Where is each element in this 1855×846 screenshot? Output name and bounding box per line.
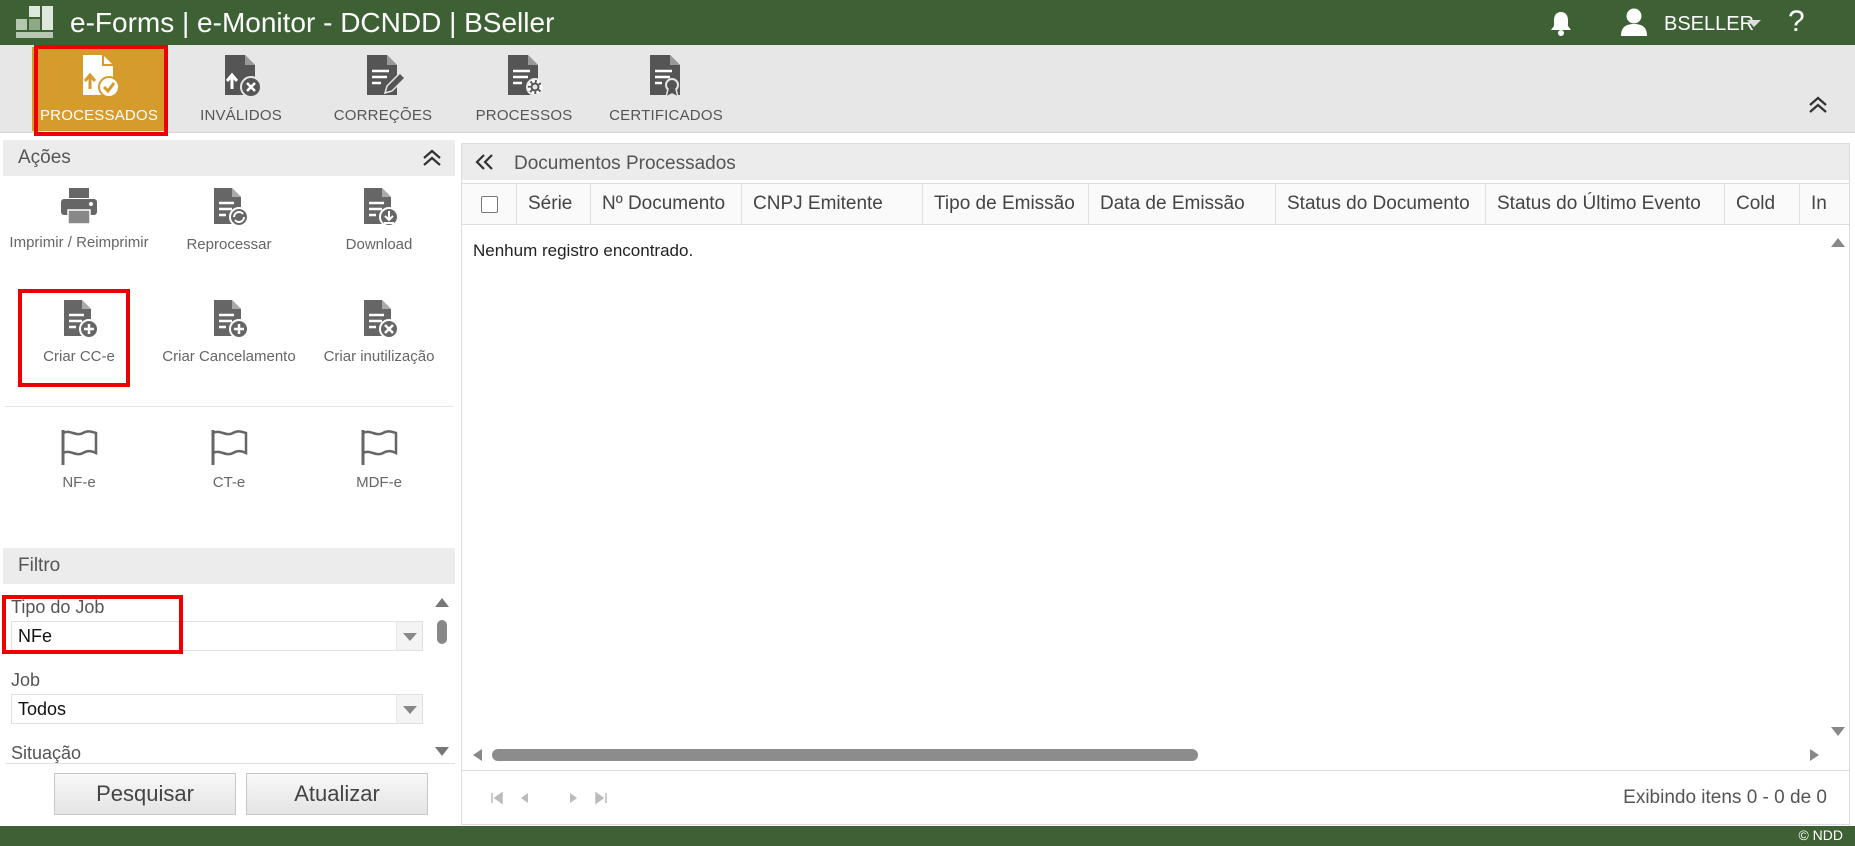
first-page-icon[interactable] bbox=[490, 791, 504, 805]
file-x-icon bbox=[225, 55, 262, 98]
grid-pager: Exibindo itens 0 - 0 de 0 bbox=[462, 770, 1849, 824]
chevron-down-icon[interactable] bbox=[396, 695, 422, 723]
copyright: © NDD bbox=[1798, 827, 1843, 843]
tab-processados-label: PROCESSADOS bbox=[39, 107, 159, 124]
tab-correcoes[interactable]: CORREÇÕES bbox=[320, 47, 446, 131]
app-window: e-Forms | e-Monitor - DCNDD | BSeller BS… bbox=[0, 0, 1855, 846]
chevron-down-icon[interactable] bbox=[396, 622, 422, 650]
tipo-job-label: Tipo do Job bbox=[11, 597, 105, 617]
collapse-up-icon[interactable] bbox=[421, 148, 443, 168]
filtro-header: Filtro bbox=[3, 548, 455, 584]
grid-vertical-scrollbar[interactable] bbox=[1828, 232, 1848, 742]
file-refresh-icon bbox=[214, 188, 249, 227]
job-value: Todos bbox=[18, 699, 67, 719]
job-label: Job bbox=[11, 670, 41, 690]
file-x-icon bbox=[364, 300, 399, 339]
select-all-checkbox[interactable] bbox=[481, 196, 498, 213]
tab-certificados-label: CERTIFICADOS bbox=[609, 107, 723, 124]
flag-icon bbox=[361, 430, 398, 465]
column-cold[interactable]: Cold bbox=[1725, 184, 1800, 224]
flag-icon bbox=[61, 430, 98, 465]
tab-processos-label: PROCESSOS bbox=[475, 107, 573, 124]
pager-info: Exibindo itens 0 - 0 de 0 bbox=[1623, 787, 1827, 808]
user-avatar-icon[interactable] bbox=[1620, 7, 1648, 37]
cte-button[interactable]: CT-e bbox=[159, 428, 299, 493]
previous-page-icon[interactable] bbox=[518, 791, 532, 805]
title-bar: e-Forms | e-Monitor - DCNDD | BSeller BS… bbox=[0, 0, 1855, 45]
create-cancellation-button[interactable]: Criar Cancelamento bbox=[159, 298, 299, 367]
create-cancellation-label: Criar Cancelamento bbox=[162, 348, 296, 365]
chevron-down-icon[interactable] bbox=[1747, 20, 1761, 27]
column-cnpj-emitente[interactable]: CNPJ Emitente bbox=[742, 184, 923, 224]
column-data-emissao[interactable]: Data de Emissão bbox=[1089, 184, 1276, 224]
reprocess-label: Reprocessar bbox=[186, 236, 272, 253]
cte-label: CT-e bbox=[212, 474, 246, 491]
empty-message: Nenhum registro encontrado. bbox=[473, 241, 694, 260]
user-menu[interactable]: BSELLER bbox=[1664, 11, 1754, 37]
select-all-column bbox=[462, 184, 517, 224]
column-tipo-emissao[interactable]: Tipo de Emissão bbox=[923, 184, 1089, 224]
tab-correcoes-label: CORREÇÕES bbox=[333, 107, 433, 124]
column-status-ultimo-evento[interactable]: Status do Último Evento bbox=[1486, 184, 1725, 224]
tab-invalidos-label: INVÁLIDOS bbox=[200, 107, 282, 124]
print-reprint-button[interactable]: Imprimir / Reimprimir bbox=[9, 186, 149, 253]
create-inutilization-button[interactable]: Criar inutilização bbox=[309, 298, 449, 367]
printer-icon bbox=[61, 188, 97, 225]
print-reprint-label: Imprimir / Reimprimir bbox=[9, 234, 149, 251]
main-menu: PROCESSADOS INVÁLIDOS CORREÇÕES PROCESSO… bbox=[0, 45, 1855, 133]
job-select[interactable]: Todos bbox=[11, 694, 423, 724]
file-edit-icon bbox=[367, 55, 405, 95]
column-status-documento[interactable]: Status do Documento bbox=[1276, 184, 1486, 224]
file-plus-icon bbox=[64, 300, 99, 339]
file-check-icon bbox=[83, 55, 120, 98]
refresh-button[interactable]: Atualizar bbox=[246, 773, 428, 815]
filter-divider bbox=[5, 763, 455, 764]
column-serie[interactable]: Série bbox=[517, 184, 591, 224]
mdfe-label: MDF-e bbox=[356, 474, 402, 491]
reprocess-button[interactable]: Reprocessar bbox=[159, 186, 299, 255]
help-button[interactable]: ? bbox=[1788, 4, 1805, 40]
download-label: Download bbox=[345, 236, 413, 253]
app-title: e-Forms | e-Monitor - DCNDD | BSeller bbox=[70, 7, 555, 38]
mdfe-button[interactable]: MDF-e bbox=[309, 428, 449, 493]
footer: © NDD bbox=[0, 826, 1855, 846]
flag-icon bbox=[211, 430, 248, 465]
situacao-label: Situação bbox=[11, 743, 82, 763]
collapse-left-icon[interactable] bbox=[474, 153, 496, 171]
file-plus-icon bbox=[214, 300, 249, 339]
bell-icon[interactable] bbox=[1548, 9, 1574, 37]
last-page-icon[interactable] bbox=[594, 791, 608, 805]
collapse-up-icon[interactable] bbox=[1806, 95, 1830, 115]
acoes-header[interactable]: Ações bbox=[3, 140, 455, 176]
filter-scrollbar[interactable] bbox=[432, 594, 452, 760]
documents-title: Documentos Processados bbox=[514, 153, 736, 174]
tab-processados[interactable]: PROCESSADOS bbox=[32, 47, 166, 131]
grid-horizontal-scrollbar[interactable] bbox=[470, 746, 1822, 764]
column-numero-documento[interactable]: Nº Documento bbox=[591, 184, 742, 224]
tipo-job-value: NFe bbox=[18, 626, 53, 646]
next-page-icon[interactable] bbox=[566, 791, 580, 805]
nfe-button[interactable]: NF-e bbox=[9, 428, 149, 493]
tab-invalidos[interactable]: INVÁLIDOS bbox=[178, 47, 304, 131]
grid-header: Série Nº Documento CNPJ Emitente Tipo de… bbox=[462, 183, 1849, 225]
documents-header: Documentos Processados bbox=[462, 144, 1849, 180]
nfe-label: NF-e bbox=[62, 474, 96, 491]
create-inutilization-label: Criar inutilização bbox=[323, 348, 435, 365]
file-certificate-icon bbox=[650, 55, 680, 99]
acoes-title: Ações bbox=[18, 147, 71, 168]
filtro-title: Filtro bbox=[18, 555, 61, 576]
create-cce-button[interactable]: Criar CC-e bbox=[9, 298, 149, 367]
documents-panel: Documentos Processados Série Nº Document… bbox=[461, 143, 1850, 825]
tipo-job-select[interactable]: NFe bbox=[11, 621, 423, 651]
search-button[interactable]: Pesquisar bbox=[54, 773, 236, 815]
tab-processos[interactable]: PROCESSOS bbox=[462, 47, 586, 131]
download-button[interactable]: Download bbox=[309, 186, 449, 255]
actions-divider bbox=[5, 406, 453, 407]
create-cce-label: Criar CC-e bbox=[43, 348, 115, 365]
column-truncated[interactable]: In bbox=[1800, 184, 1849, 224]
app-logo-icon bbox=[16, 5, 56, 39]
tab-certificados[interactable]: CERTIFICADOS bbox=[606, 47, 726, 131]
file-gear-icon bbox=[508, 55, 544, 96]
file-download-icon bbox=[364, 188, 399, 227]
